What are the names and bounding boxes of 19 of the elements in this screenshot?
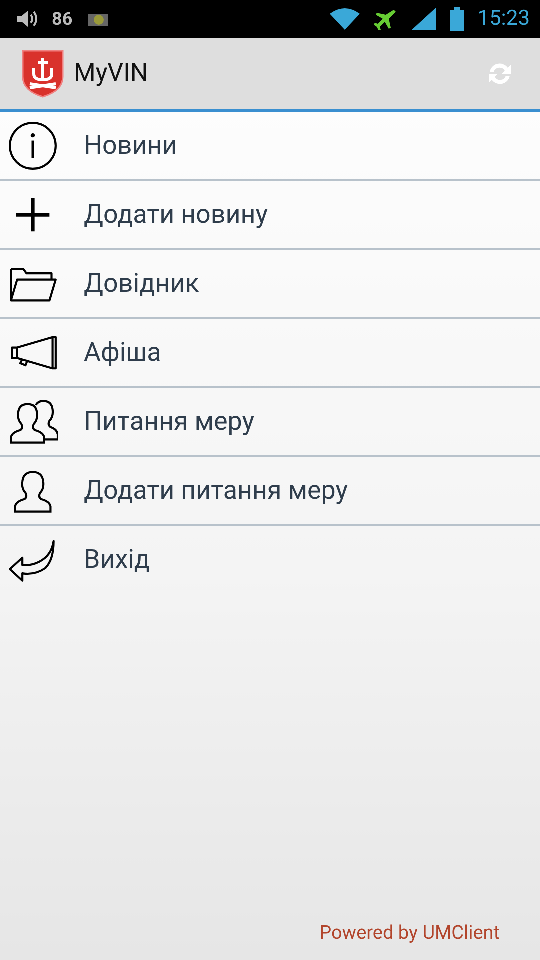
menu-item[interactable]: Вихід xyxy=(0,526,540,593)
app-title: MyVIN xyxy=(74,59,150,88)
info-icon xyxy=(8,120,58,170)
wifi-icon xyxy=(330,8,360,30)
battery-icon xyxy=(450,7,464,31)
menu-item[interactable]: Новини xyxy=(0,112,540,181)
coat-of-arms-logo xyxy=(22,50,64,98)
volume-icon xyxy=(16,10,38,28)
menu-item[interactable]: Додати питання меру xyxy=(0,457,540,526)
menu-item[interactable]: Додати новину xyxy=(0,181,540,250)
signal-icon xyxy=(412,8,436,30)
volume-level: 86 xyxy=(52,8,73,30)
clock: 15:23 xyxy=(478,7,530,31)
powered-by-text: Powered by UMClient xyxy=(320,921,500,944)
airplane-icon xyxy=(374,8,398,30)
menu-item[interactable]: Довідник xyxy=(0,250,540,319)
photo-icon xyxy=(86,11,109,27)
menu-item[interactable]: Питання меру xyxy=(0,388,540,457)
menu-item[interactable]: Афіша xyxy=(0,319,540,388)
